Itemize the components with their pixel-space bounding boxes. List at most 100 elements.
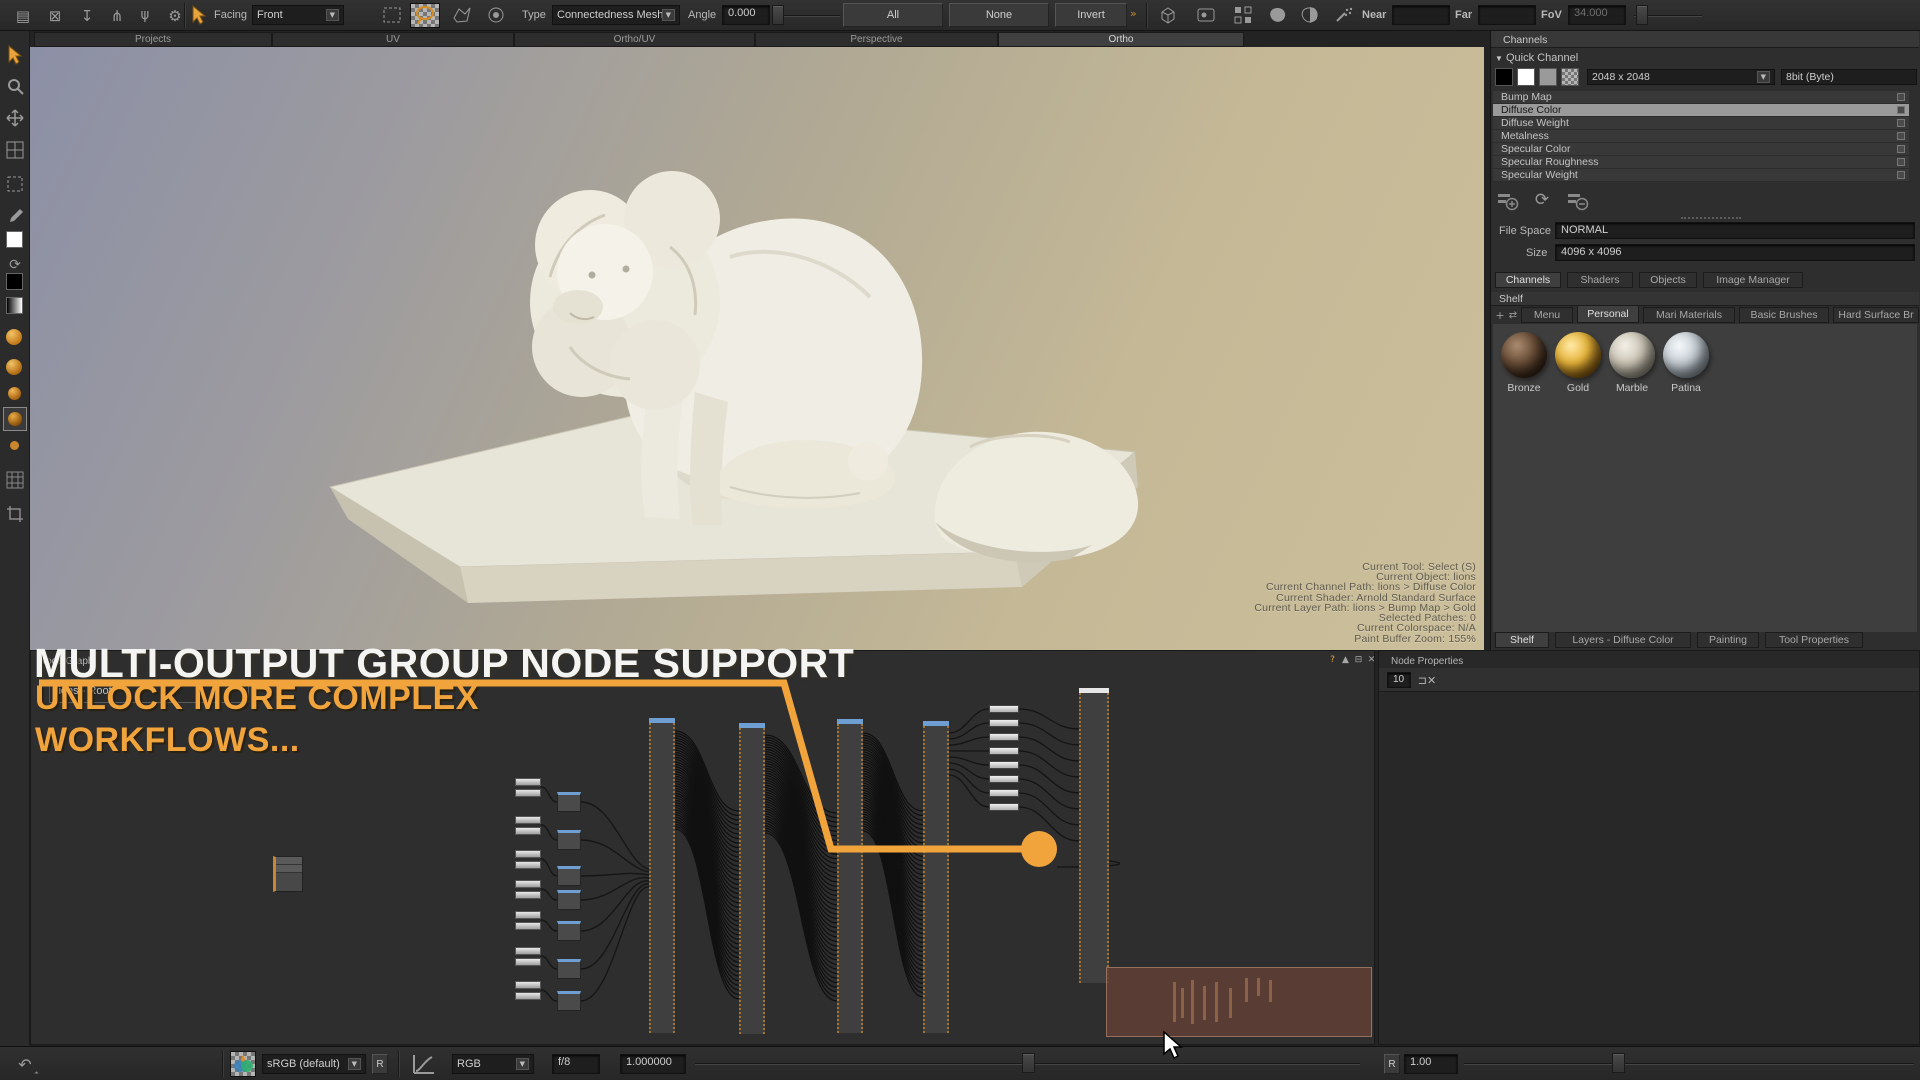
material-swatch-patina[interactable] (1663, 332, 1709, 378)
symmetry-icon[interactable] (1233, 5, 1253, 25)
graph-node[interactable] (515, 911, 541, 933)
output-node[interactable] (989, 761, 1019, 769)
reset-gain-button[interactable]: R (1384, 1054, 1400, 1074)
lasso-select-active[interactable] (410, 3, 440, 28)
shelf-options-icon[interactable]: ⇄ (1507, 308, 1519, 322)
bit-depth-dropdown[interactable]: 8bit (Byte) (1781, 69, 1917, 85)
channel-row-specular-weight[interactable]: Specular Weight (1493, 169, 1909, 182)
tab-shaders[interactable]: Shaders (1567, 272, 1633, 288)
output-node[interactable] (989, 733, 1019, 741)
group-node[interactable] (649, 723, 675, 1033)
node-fork-icon[interactable]: ⋔ (134, 5, 156, 27)
quick-channel-header[interactable]: ▼ Quick Channel (1495, 52, 1578, 64)
graph-node[interactable] (515, 778, 541, 800)
undo-icon[interactable]: ↶ (14, 1053, 36, 1075)
project-settings-icon[interactable]: ⚙ (164, 5, 186, 27)
save-project-icon[interactable]: ↧ (76, 5, 98, 27)
add-channel-icon[interactable] (1497, 191, 1519, 211)
tab-channels[interactable]: Channels (1495, 272, 1561, 288)
gain-slider-handle[interactable] (1612, 1053, 1625, 1073)
select-none-button[interactable]: None (949, 3, 1049, 27)
clear-history-icon[interactable]: ⊐✕ (1419, 672, 1435, 688)
polygon-lasso-icon[interactable] (452, 6, 472, 24)
gradient-swatch[interactable] (6, 297, 23, 314)
graph-node[interactable] (557, 921, 581, 941)
far-field[interactable] (1478, 5, 1536, 25)
tab-painting[interactable]: Painting (1697, 632, 1759, 648)
close-project-icon[interactable]: ⊠ (44, 5, 66, 27)
3d-viewport[interactable]: Current Tool: Select (S) Current Object:… (30, 47, 1484, 650)
type-dropdown[interactable]: Connectedness Mesh ▼ (552, 5, 680, 25)
material-swatch-gold[interactable] (1555, 332, 1601, 378)
panel-splitter-handle[interactable] (1681, 217, 1741, 220)
node-graph-minimap[interactable] (1106, 967, 1372, 1037)
channels-titlebar[interactable]: Channels (1491, 31, 1919, 48)
node-graph-panel[interactable]: Node Graph ? ▲ ⊟ ✕ lions - Root UNLOCK M… (30, 650, 1375, 1045)
tab-shelf[interactable]: Shelf (1495, 632, 1549, 648)
resolution-dropdown[interactable]: 2048 x 2048 ▼ (1587, 69, 1775, 85)
graph-node[interactable] (273, 856, 303, 892)
tab-objects[interactable]: Objects (1639, 272, 1697, 288)
shelf-tab-mari-materials[interactable]: Mari Materials (1643, 307, 1735, 323)
wireframe-cube-icon[interactable] (1158, 5, 1178, 25)
graph-node[interactable] (557, 830, 581, 850)
facing-dropdown[interactable]: Front▼ (252, 5, 344, 25)
shelf-tab-personal[interactable]: Personal (1577, 305, 1639, 323)
channel-row-specular-roughness[interactable]: Specular Roughness (1493, 156, 1909, 169)
group-node[interactable] (923, 726, 949, 1033)
viewport-tab-uv[interactable]: UV (272, 32, 514, 47)
sync-channel-icon[interactable]: ⟳ (1531, 189, 1553, 211)
background-color-swatch[interactable] (6, 273, 23, 290)
quick-swatch-white[interactable] (1517, 68, 1535, 86)
viewport-tab-projects[interactable]: Projects (34, 32, 272, 47)
graph-node[interactable] (515, 947, 541, 969)
output-node[interactable] (989, 747, 1019, 755)
shelf-tab-menu[interactable]: Menu (1521, 307, 1573, 323)
viewport-tab-ortho[interactable]: Ortho (998, 32, 1244, 47)
shelf-tab-basic-brushes[interactable]: Basic Brushes (1739, 307, 1829, 323)
shelf-titlebar[interactable]: Shelf (1491, 292, 1919, 306)
color-management-icon[interactable] (230, 1051, 256, 1077)
spray-icon[interactable] (1333, 5, 1355, 25)
channel-row-metalness[interactable]: Metalness (1493, 130, 1909, 143)
graph-node[interactable] (515, 880, 541, 902)
paint-brush-tool-icon[interactable] (6, 207, 24, 225)
color-curves-icon[interactable] (412, 1053, 436, 1075)
group-node[interactable] (739, 728, 765, 1034)
fov-slider-handle[interactable] (1636, 5, 1648, 25)
fov-field[interactable]: 34.000 (1568, 5, 1626, 25)
add-shelf-icon[interactable]: + (1495, 308, 1505, 322)
history-steps-field[interactable]: 10 (1387, 672, 1411, 688)
quick-swatch-gray[interactable] (1539, 68, 1557, 86)
angle-slider-handle[interactable] (772, 5, 784, 25)
image-view-icon[interactable] (1196, 6, 1216, 24)
select-all-button[interactable]: All (843, 3, 943, 27)
output-node[interactable] (989, 775, 1019, 783)
select-invert-button[interactable]: Invert (1055, 3, 1127, 27)
output-node[interactable] (989, 705, 1019, 713)
colorspace-dropdown[interactable]: sRGB (default) ▼ (262, 1054, 366, 1074)
foreground-color-swatch[interactable] (6, 231, 23, 248)
graph-node[interactable] (515, 816, 541, 838)
shelf-tab-hard-surface[interactable]: Hard Surface Br (1833, 307, 1919, 323)
zoom-tool-icon[interactable] (6, 77, 24, 95)
shelf-content-area[interactable]: Bronze Gold Marble Patina (1493, 324, 1917, 632)
display-channel-dropdown[interactable]: RGB ▼ (452, 1054, 534, 1074)
graph-node[interactable] (557, 866, 581, 886)
near-field[interactable] (1392, 5, 1450, 25)
fstop-field[interactable]: f/8 (552, 1054, 600, 1074)
new-project-icon[interactable]: ▤ (12, 5, 34, 27)
graph-node[interactable] (557, 991, 581, 1011)
blur-tool-icon[interactable] (8, 387, 21, 400)
gain-slider-track[interactable] (1464, 1063, 1914, 1065)
multi-output-group-node[interactable] (1079, 693, 1109, 983)
graph-node[interactable] (557, 792, 581, 812)
viewport-tab-perspective[interactable]: Perspective (755, 32, 998, 47)
uv-grid-tool-icon[interactable] (6, 141, 24, 159)
reset-colorspace-button[interactable]: R (372, 1054, 388, 1074)
group-node[interactable] (837, 724, 863, 1033)
crop-frame-icon[interactable] (6, 505, 24, 523)
marquee-tool-icon[interactable] (6, 175, 24, 193)
channel-row-specular-color[interactable]: Specular Color (1493, 143, 1909, 156)
graph-node[interactable] (515, 981, 541, 1003)
